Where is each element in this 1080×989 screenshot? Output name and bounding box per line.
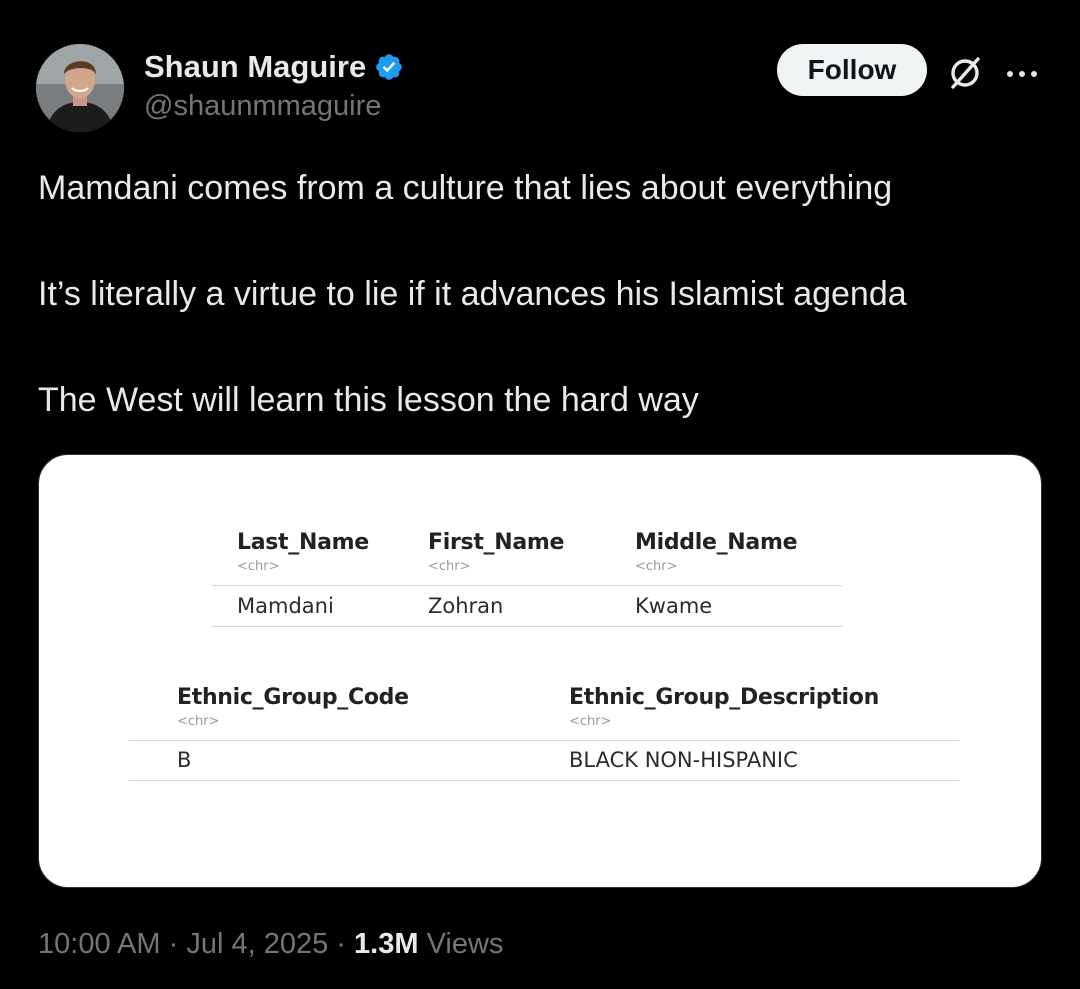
column-type-label: <chr> <box>237 559 280 574</box>
tweet-media-image[interactable]: Last_Name First_Name Middle_Name <chr> <… <box>38 454 1042 888</box>
table-cell-last-name: Mamdani <box>237 594 334 618</box>
table-divider <box>129 780 959 781</box>
tweet-date[interactable]: Jul 4, 2025 <box>186 928 328 960</box>
table-divider <box>212 585 842 586</box>
table-header-ethnic-group-code: Ethnic_Group_Code <box>177 685 409 710</box>
table-cell-middle-name: Kwame <box>635 594 713 618</box>
author-display-name[interactable]: Shaun Maguire <box>144 49 366 85</box>
tweet-time[interactable]: 10:00 AM <box>38 928 161 960</box>
table-divider <box>129 740 959 741</box>
table-header-middle-name: Middle_Name <box>635 530 798 555</box>
more-options-icon[interactable] <box>1005 66 1041 84</box>
verified-badge-icon[interactable] <box>374 52 404 82</box>
separator-dot: · <box>168 928 179 960</box>
column-type-label: <chr> <box>177 714 220 729</box>
table-header-ethnic-group-description: Ethnic_Group_Description <box>569 685 879 710</box>
follow-button[interactable]: Follow <box>777 44 927 96</box>
tweet-metadata: 10:00 AM · Jul 4, 2025 · 1.3M Views <box>38 928 503 961</box>
table-header-last-name: Last_Name <box>237 530 369 555</box>
table-cell-ethnic-group-description: BLACK NON-HISPANIC <box>569 748 798 772</box>
column-type-label: <chr> <box>428 559 471 574</box>
grok-icon[interactable] <box>944 52 986 99</box>
tweet-paragraph: The West will learn this lesson the hard… <box>38 381 699 419</box>
table-cell-first-name: Zohran <box>428 594 504 618</box>
views-count[interactable]: 1.3M <box>354 928 418 960</box>
author-handle[interactable]: @shaunmmaguire <box>144 90 381 123</box>
profile-photo <box>36 44 124 132</box>
column-type-label: <chr> <box>569 714 612 729</box>
avatar[interactable] <box>36 44 124 132</box>
table-cell-ethnic-group-code: B <box>177 748 192 772</box>
column-type-label: <chr> <box>635 559 678 574</box>
views-label[interactable]: Views <box>427 928 504 960</box>
table-divider <box>212 626 842 627</box>
table-header-first-name: First_Name <box>428 530 565 555</box>
tweet-paragraph: It’s literally a virtue to lie if it adv… <box>38 275 907 313</box>
separator-dot: · <box>336 928 346 960</box>
author-name-row[interactable]: Shaun Maguire <box>144 48 404 86</box>
tweet-text: Mamdani comes from a culture that lies a… <box>38 168 1048 420</box>
tweet-paragraph: Mamdani comes from a culture that lies a… <box>38 169 893 207</box>
